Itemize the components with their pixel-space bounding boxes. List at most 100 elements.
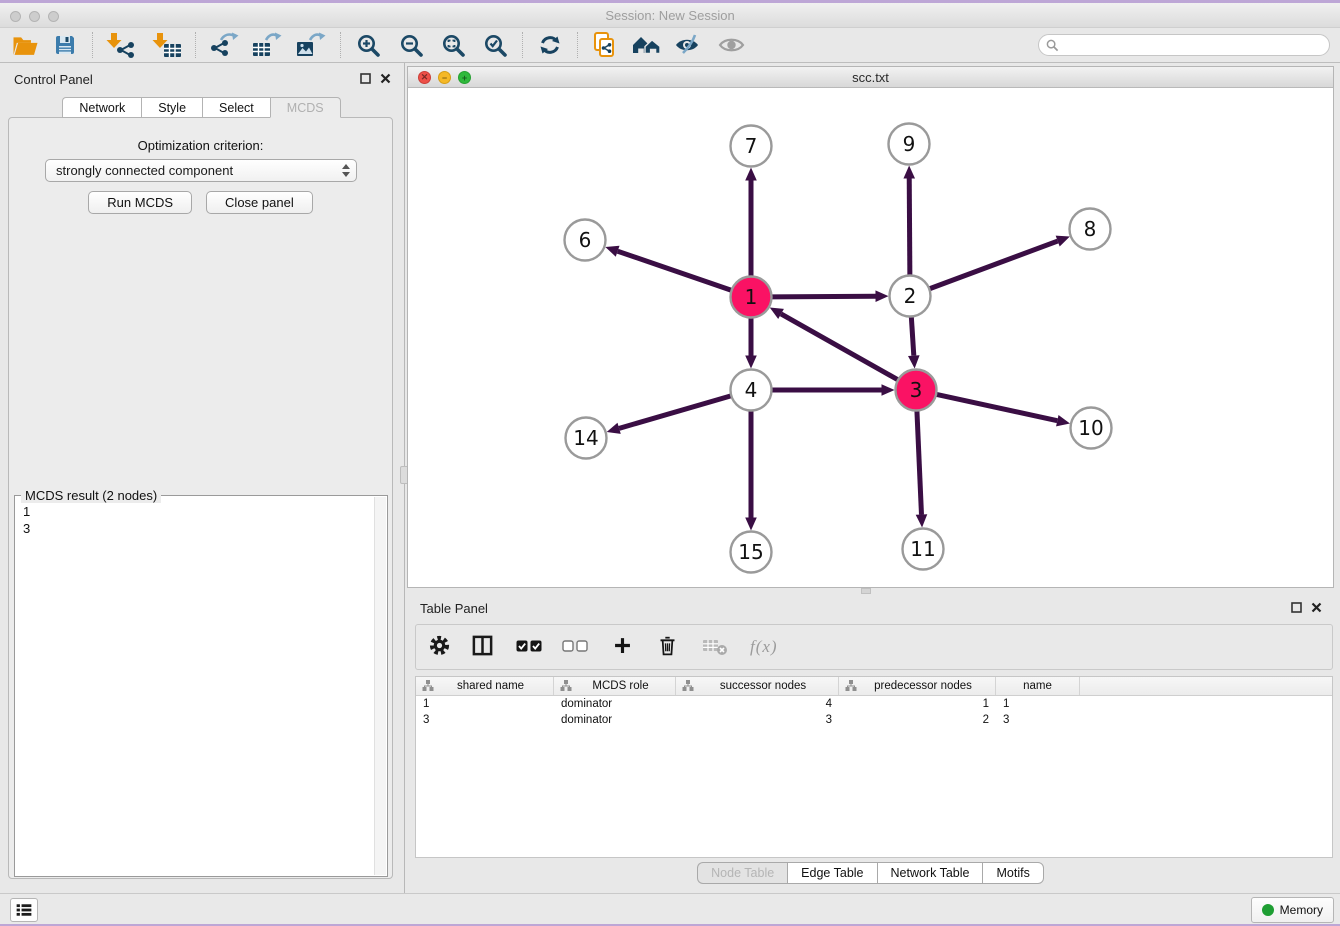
table-cell[interactable]: 3 xyxy=(676,712,839,728)
mcds-result-list[interactable]: 13 xyxy=(16,503,373,875)
network-window-close-icon[interactable]: ✕ xyxy=(418,71,431,84)
mcds-panel: Optimization criterion: strongly connect… xyxy=(8,117,393,879)
graph-edge-3-11[interactable] xyxy=(917,410,922,514)
table-row[interactable]: 3dominator323 xyxy=(416,712,1332,728)
tab-edge-table[interactable]: Edge Table xyxy=(787,862,876,884)
float-panel-icon[interactable] xyxy=(360,73,371,84)
network-window-minimize-icon[interactable]: − xyxy=(438,71,451,84)
close-panel-button[interactable]: Close panel xyxy=(206,191,313,214)
refresh-icon[interactable] xyxy=(533,30,567,60)
close-table-panel-icon[interactable] xyxy=(1311,602,1322,613)
close-window-light[interactable] xyxy=(10,11,21,22)
graph-node-label-14: 14 xyxy=(573,426,598,450)
zoom-selected-icon[interactable] xyxy=(478,30,512,60)
table-cell[interactable]: 1 xyxy=(996,696,1080,712)
table-cell[interactable]: 3 xyxy=(416,712,554,728)
table-cell[interactable]: 2 xyxy=(839,712,996,728)
float-table-panel-icon[interactable] xyxy=(1291,602,1302,613)
search-input-wrapper[interactable] xyxy=(1038,34,1330,56)
task-history-button[interactable] xyxy=(10,898,38,922)
delete-table-disabled-icon xyxy=(702,636,728,659)
zoom-fit-icon[interactable] xyxy=(436,30,470,60)
settings-gear-icon[interactable] xyxy=(428,634,451,660)
table-cell[interactable]: 1 xyxy=(839,696,996,712)
tab-motifs[interactable]: Motifs xyxy=(982,862,1043,884)
column-header-shared-name[interactable]: shared name xyxy=(416,677,554,695)
table-cell[interactable]: 1 xyxy=(416,696,554,712)
network-canvas[interactable]: 7968124314101511 xyxy=(408,88,1333,587)
add-column-icon[interactable] xyxy=(612,635,633,659)
tab-style[interactable]: Style xyxy=(141,97,202,118)
column-header-successor-nodes[interactable]: successor nodes xyxy=(676,677,839,695)
network-window-zoom-icon[interactable]: + xyxy=(458,71,471,84)
table-row[interactable]: 1dominator411 xyxy=(416,696,1332,712)
home-icon[interactable] xyxy=(628,30,666,60)
run-mcds-button[interactable]: Run MCDS xyxy=(88,191,192,214)
column-header-mcds-role[interactable]: MCDS role xyxy=(554,677,676,695)
graph-edge-arrowhead xyxy=(1056,236,1070,247)
zoom-in-icon[interactable] xyxy=(351,30,385,60)
column-header-label: successor nodes xyxy=(694,680,838,692)
minimize-window-light[interactable] xyxy=(29,11,40,22)
tab-node-table[interactable]: Node Table xyxy=(697,862,787,884)
select-all-icon[interactable] xyxy=(516,639,542,656)
control-panel: Control Panel NetworkStyleSelectMCDS Opt… xyxy=(0,63,403,893)
graph-edge-2-8[interactable] xyxy=(929,241,1057,289)
status-bar: Memory xyxy=(0,893,1340,924)
column-header-label: shared name xyxy=(434,680,553,692)
export-network-icon[interactable] xyxy=(206,30,242,60)
graph-node-label-15: 15 xyxy=(738,540,763,564)
delete-column-trash-icon[interactable] xyxy=(657,635,678,660)
table-cell[interactable]: dominator xyxy=(554,712,676,728)
tab-select[interactable]: Select xyxy=(202,97,270,118)
graph-edge-2-9[interactable] xyxy=(909,178,910,275)
export-image-icon[interactable] xyxy=(292,30,330,60)
tab-network-table[interactable]: Network Table xyxy=(877,862,983,884)
table-panel-title: Table Panel xyxy=(420,601,488,616)
tab-network[interactable]: Network xyxy=(62,97,141,118)
import-table-icon[interactable] xyxy=(149,30,185,60)
network-graph[interactable]: 7968124314101511 xyxy=(408,88,1333,587)
graph-edge-3-1[interactable] xyxy=(781,314,898,380)
table-cell[interactable]: dominator xyxy=(554,696,676,712)
zoom-out-icon[interactable] xyxy=(394,30,428,60)
show-all-eye-disabled-icon xyxy=(714,30,750,60)
graph-edge-arrowhead xyxy=(903,165,915,178)
import-network-icon[interactable] xyxy=(103,30,139,60)
column-type-icon xyxy=(422,680,434,692)
copy-network-icon[interactable] xyxy=(588,30,622,60)
table-header-row: shared nameMCDS role successor nodesprede… xyxy=(416,677,1332,696)
task-list-icon xyxy=(15,902,33,918)
column-header-label: name xyxy=(1002,680,1079,692)
memory-status-icon xyxy=(1262,904,1274,916)
network-window-titlebar[interactable]: ✕ − + scc.txt xyxy=(408,67,1333,88)
table-cell[interactable]: 4 xyxy=(676,696,839,712)
graph-edge-1-2[interactable] xyxy=(771,296,875,297)
function-builder-icon: f(x) xyxy=(750,637,778,657)
split-columns-icon[interactable] xyxy=(471,634,494,660)
search-input[interactable] xyxy=(1059,36,1329,54)
graph-node-label-2: 2 xyxy=(904,284,917,308)
tab-mcds[interactable]: MCDS xyxy=(270,97,341,118)
memory-button[interactable]: Memory xyxy=(1251,897,1334,923)
result-scrollbar[interactable] xyxy=(374,497,386,875)
graph-edge-arrowhead xyxy=(745,168,757,181)
hide-selected-eye-icon[interactable] xyxy=(670,30,706,60)
graph-edge-1-6[interactable] xyxy=(618,251,732,290)
open-session-icon[interactable] xyxy=(8,30,42,60)
main-toolbar xyxy=(0,28,1340,63)
canvas-resize-grip[interactable] xyxy=(861,588,871,594)
export-table-icon[interactable] xyxy=(248,30,286,60)
criterion-select[interactable]: strongly connected component xyxy=(45,159,357,182)
graph-node-label-8: 8 xyxy=(1084,217,1097,241)
graph-edge-2-3[interactable] xyxy=(911,316,913,355)
zoom-window-light[interactable] xyxy=(48,11,59,22)
column-header-predecessor-nodes[interactable]: predecessor nodes xyxy=(839,677,996,695)
close-panel-icon[interactable] xyxy=(380,73,391,84)
graph-edge-3-10[interactable] xyxy=(936,394,1057,420)
table-cell[interactable]: 3 xyxy=(996,712,1080,728)
graph-edge-4-14[interactable] xyxy=(619,396,731,429)
column-header-name[interactable]: name xyxy=(996,677,1080,695)
save-session-icon[interactable] xyxy=(48,30,82,60)
deselect-all-icon[interactable] xyxy=(562,639,588,656)
